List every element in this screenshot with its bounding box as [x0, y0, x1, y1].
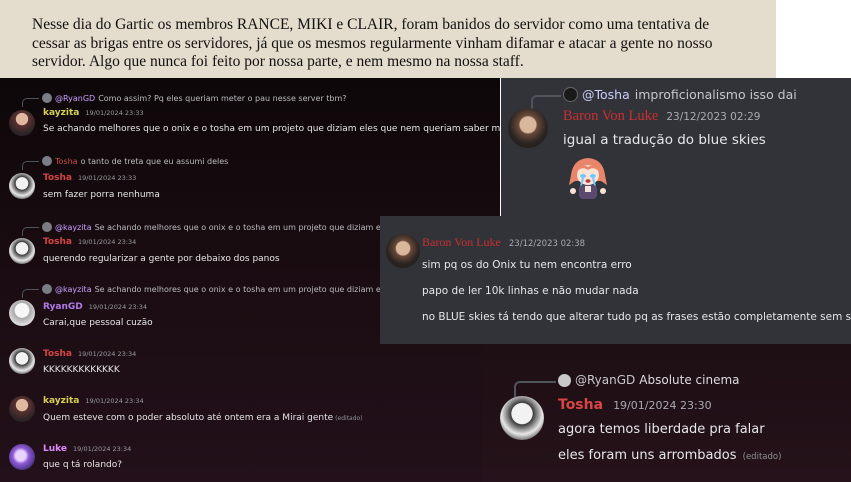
message-text: igual a tradução do blue skies — [563, 132, 766, 148]
author-name[interactable]: Tosha — [43, 349, 72, 359]
message-line: papo de ler 10k linhas e não mudar nada — [422, 285, 639, 297]
author-name[interactable]: kayzita — [43, 396, 79, 406]
message-text: Quem esteve com o poder absoluto até ont… — [43, 413, 363, 423]
reply-preview[interactable]: @Tosha improficionalismo isso dai — [531, 86, 797, 109]
timestamp: 19/01/2024 23:34 — [77, 350, 137, 358]
timestamp: 19/01/2024 23:34 — [77, 238, 137, 246]
reply-text: Absolute cinema — [639, 373, 740, 387]
message-text: sem fazer porra nenhuma — [43, 190, 160, 200]
chat-screenshot-blue-skies: @Tosha improficionalismo isso dai Baron … — [501, 78, 851, 216]
reply-preview[interactable]: @RyanGD Como assim? Pq eles queriam mete… — [22, 92, 347, 107]
timestamp: 23/12/2023 02:38 — [508, 239, 586, 249]
author-name[interactable]: kayzita — [43, 108, 79, 118]
timestamp: 19/01/2024 23:33 — [77, 174, 137, 182]
message-header: Baron Von Luke 23/12/2023 02:38 — [422, 235, 585, 250]
reply-text: o tanto de treta que eu assumi deles — [80, 156, 229, 166]
message-header: Tosha 19/01/2024 23:33 — [43, 173, 136, 185]
avatar[interactable] — [9, 348, 35, 374]
message-text: que q tá rolando? — [43, 460, 123, 470]
reply-mention[interactable]: @RyanGD — [575, 373, 635, 387]
message-header: Tosha 19/01/2024 23:34 — [43, 349, 136, 361]
reply-avatar — [42, 222, 52, 232]
reply-mention[interactable]: @kayzita — [55, 285, 92, 294]
document-excerpt: Nesse dia do Gartic os membros RANCE, MI… — [0, 0, 776, 78]
reply-text: improficionalismo isso dai — [634, 86, 797, 102]
document-paragraph: Nesse dia do Gartic os membros RANCE, MI… — [32, 16, 713, 70]
message-line: eles foram uns arrombados (editado) — [558, 448, 782, 463]
reply-preview[interactable]: Tosha o tanto de treta que eu assumi del… — [22, 155, 229, 170]
reply-avatar — [558, 373, 571, 387]
message-header: kayzita 19/01/2024 23:34 — [43, 396, 144, 408]
reply-mention[interactable]: Tosha — [55, 157, 78, 166]
author-name[interactable]: Tosha — [558, 397, 603, 413]
reply-avatar — [42, 284, 52, 294]
reply-avatar — [42, 156, 52, 166]
avatar[interactable] — [9, 238, 35, 264]
chat-screenshot-absolute-cinema: @RyanGD Absolute cinema Tosha 19/01/2024… — [482, 344, 851, 482]
message-header: Baron Von Luke 23/12/2023 02:29 — [563, 108, 760, 125]
author-name[interactable]: Tosha — [43, 237, 72, 247]
reply-mention[interactable]: @Tosha — [582, 87, 630, 102]
anime-girl-sticker[interactable] — [563, 153, 613, 203]
timestamp: 19/01/2024 23:34 — [85, 397, 144, 405]
avatar[interactable] — [9, 110, 35, 136]
timestamp: 19/01/2024 23:34 — [73, 445, 132, 453]
avatar[interactable] — [386, 234, 420, 268]
avatar[interactable] — [9, 396, 35, 422]
message-header: kayzita 19/01/2024 23:33 — [43, 108, 144, 120]
avatar[interactable] — [508, 108, 548, 148]
edited-label: (editado) — [742, 452, 782, 462]
chat-screenshot-onix-errors: Baron Von Luke 23/12/2023 02:38 sim pq o… — [380, 216, 851, 344]
reply-avatar — [563, 86, 578, 102]
timestamp: 19/01/2024 23:33 — [85, 109, 144, 117]
message-line: sim pq os do Onix tu nem encontra erro — [422, 259, 632, 271]
message-header: Tosha 19/01/2024 23:30 — [558, 397, 712, 413]
timestamp: 19/01/2024 23:30 — [613, 399, 712, 412]
timestamp: 23/12/2023 02:29 — [666, 111, 761, 123]
avatar[interactable] — [9, 173, 35, 199]
author-name[interactable]: Baron Von Luke — [563, 108, 658, 125]
edited-label: (editado) — [335, 415, 363, 422]
avatar[interactable] — [9, 300, 35, 326]
timestamp: 19/01/2024 23:34 — [88, 303, 147, 311]
reply-mention[interactable]: @RyanGD — [55, 94, 95, 103]
reply-mention[interactable]: @kayzita — [55, 223, 92, 232]
reply-text: Como assim? Pq eles queriam meter o pau … — [98, 93, 347, 103]
reply-preview[interactable]: @RyanGD Absolute cinema — [514, 372, 740, 397]
message-header: RyanGD 19/01/2024 23:34 — [43, 302, 147, 314]
avatar[interactable] — [9, 444, 35, 470]
message-header: Luke 19/01/2024 23:34 — [43, 444, 131, 456]
reply-avatar — [42, 93, 52, 103]
message-text: querendo regularizar a gente por debaixo… — [43, 254, 280, 264]
message-text: KKKKKKKKKKKKK — [43, 365, 120, 375]
author-name[interactable]: Tosha — [43, 173, 72, 183]
message-text: Se achando melhores que o onix e o tosha… — [43, 124, 513, 134]
author-name[interactable]: Baron Von Luke — [422, 235, 501, 250]
avatar[interactable] — [500, 396, 544, 440]
message-line: agora temos liberdade pra falar — [558, 422, 765, 437]
message-header: Tosha 19/01/2024 23:34 — [43, 237, 136, 249]
author-name[interactable]: RyanGD — [43, 302, 83, 312]
author-name[interactable]: Luke — [43, 444, 67, 454]
message-text: Carai,que pessoal cuzão — [43, 318, 153, 328]
message-line: no BLUE skies tá tendo que alterar tudo … — [422, 311, 851, 323]
